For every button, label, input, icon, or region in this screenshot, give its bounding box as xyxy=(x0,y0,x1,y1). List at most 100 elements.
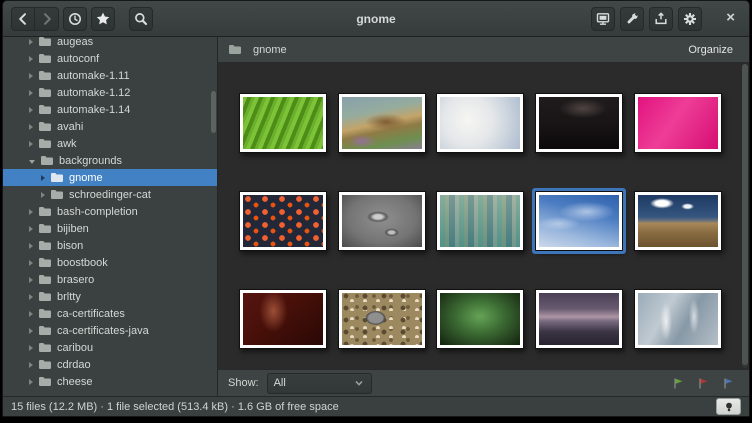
sidebar-item-label: boostbook xyxy=(57,257,108,269)
folder-icon xyxy=(38,53,52,64)
filter-bar: Show: All xyxy=(218,369,749,396)
share-button[interactable] xyxy=(649,7,673,31)
sidebar-item-boostbook[interactable]: boostbook xyxy=(3,254,217,271)
sidebar-item-automake-1-12[interactable]: automake-1.12 xyxy=(3,84,217,101)
settings-button[interactable] xyxy=(678,7,702,31)
expander-icon[interactable] xyxy=(29,243,33,249)
sidebar-item-automake-1-14[interactable]: automake-1.14 xyxy=(3,101,217,118)
expander-icon[interactable] xyxy=(29,379,33,385)
sidebar-item-automake-1-11[interactable]: automake-1.11 xyxy=(3,67,217,84)
thumbnail-water-drops[interactable] xyxy=(338,191,426,251)
sidebar-item-bison[interactable]: bison xyxy=(3,237,217,254)
expander-icon[interactable] xyxy=(29,141,33,147)
thumbnail-pebbles[interactable] xyxy=(338,289,426,349)
blue-flag-icon[interactable] xyxy=(722,377,735,390)
tools-button[interactable] xyxy=(620,7,644,31)
sidebar-item-caribou[interactable]: caribou xyxy=(3,339,217,356)
history-button[interactable] xyxy=(63,7,87,31)
expander-icon[interactable] xyxy=(41,192,45,198)
expander-icon[interactable] xyxy=(29,294,33,300)
thumbnail-grass-blur[interactable] xyxy=(338,93,426,153)
sidebar-item-brasero[interactable]: brasero xyxy=(3,271,217,288)
thumbnail-frosted-plants[interactable] xyxy=(634,289,722,349)
sidebar-scrollbar-thumb[interactable] xyxy=(211,91,216,133)
thumbnail-pink-fabric[interactable] xyxy=(634,93,722,153)
favorites-button[interactable] xyxy=(91,7,115,31)
expander-icon[interactable] xyxy=(29,260,33,266)
thumbnail-dark-leaves[interactable] xyxy=(535,93,623,153)
thumbnail-orange-blossoms[interactable] xyxy=(239,191,327,251)
expander-icon[interactable] xyxy=(29,362,33,368)
folder-icon xyxy=(38,325,52,336)
thumbnail-teal-stripes[interactable] xyxy=(436,191,524,251)
sidebar-item-brltty[interactable]: brltty xyxy=(3,288,217,305)
sidebar-item-label: automake-1.12 xyxy=(57,87,130,99)
forward-icon xyxy=(39,11,55,27)
slideshow-button[interactable] xyxy=(591,7,615,31)
expander-icon[interactable] xyxy=(29,209,33,215)
expander-icon[interactable] xyxy=(29,311,33,317)
sidebar-scrollbar[interactable] xyxy=(211,37,216,396)
sidebar-item-label: ca-certificates xyxy=(57,308,125,320)
expander-icon[interactable] xyxy=(29,73,33,79)
close-button[interactable]: × xyxy=(718,10,741,27)
thumbnail-blue-sky-selected[interactable] xyxy=(535,191,623,251)
search-icon xyxy=(133,11,149,27)
headerbar: gnome xyxy=(3,1,749,37)
sidebar-item-schroedinger-cat[interactable]: schroedinger-cat xyxy=(3,186,217,203)
expander-icon[interactable] xyxy=(29,160,35,164)
sidebar-item-ca-certificates-java[interactable]: ca-certificates-java xyxy=(3,322,217,339)
sidebar-item-gnome[interactable]: gnome xyxy=(3,169,217,186)
thumbnail-green-texture[interactable] xyxy=(436,289,524,349)
thumbnail-desert[interactable] xyxy=(634,191,722,251)
expander-icon[interactable] xyxy=(29,56,33,62)
sidebar-item-cheese[interactable]: cheese xyxy=(3,373,217,390)
back-button[interactable] xyxy=(11,7,35,31)
sidebar-item-backgrounds[interactable]: backgrounds xyxy=(3,152,217,169)
expander-icon[interactable] xyxy=(29,328,33,334)
main-panel: gnome Organize xyxy=(218,37,749,396)
red-flag-icon[interactable] xyxy=(697,377,710,390)
browser-scrollbar[interactable] xyxy=(742,64,748,368)
thumbnail-dandelion[interactable] xyxy=(436,93,524,153)
thumbnail-browser xyxy=(218,63,749,369)
folder-icon xyxy=(38,121,52,132)
sidebar-item-label: gnome xyxy=(69,172,103,184)
current-location[interactable]: gnome xyxy=(228,44,287,56)
expander-icon[interactable] xyxy=(29,226,33,232)
sidebar-item-label: caribou xyxy=(57,342,93,354)
sidebar-item-label: avahi xyxy=(57,121,83,133)
sidebar-item-ca-certificates[interactable]: ca-certificates xyxy=(3,305,217,322)
sidebar-item-avahi[interactable]: avahi xyxy=(3,118,217,135)
thumbnail-green-leaf[interactable] xyxy=(239,93,327,153)
filter-dropdown[interactable]: All xyxy=(267,373,372,394)
content-area: augeas autoconf automake-1.11 automake-1… xyxy=(3,37,749,396)
folder-tree: augeas autoconf automake-1.11 automake-1… xyxy=(3,37,217,390)
organize-button[interactable]: Organize xyxy=(682,41,739,59)
sidebar-item-autoconf[interactable]: autoconf xyxy=(3,50,217,67)
browser-scrollbar-thumb[interactable] xyxy=(742,64,748,365)
sidebar-item-bash-completion[interactable]: bash-completion xyxy=(3,203,217,220)
sidebar-item-label: cheese xyxy=(57,376,92,388)
search-button[interactable] xyxy=(129,7,153,31)
expander-icon[interactable] xyxy=(29,277,33,283)
green-flag-icon[interactable] xyxy=(672,377,685,390)
expander-icon[interactable] xyxy=(29,107,33,113)
sidebar-item-awk[interactable]: awk xyxy=(3,135,217,152)
expander-icon[interactable] xyxy=(29,124,33,130)
sidebar-item-label: brasero xyxy=(57,274,94,286)
sidebar-item-label: bash-completion xyxy=(57,206,138,218)
thumbnail-red-canyon[interactable] xyxy=(239,289,327,349)
folder-icon xyxy=(228,44,242,55)
sidebar-item-label: bijiben xyxy=(57,223,89,235)
sidebar-item-bijiben[interactable]: bijiben xyxy=(3,220,217,237)
expander-icon[interactable] xyxy=(29,39,33,45)
sidebar-item-cdrdao[interactable]: cdrdao xyxy=(3,356,217,373)
sidebar-item-augeas[interactable]: augeas xyxy=(3,37,217,50)
thumbnail-dusk-beach[interactable] xyxy=(535,289,623,349)
properties-toggle-button[interactable] xyxy=(716,398,741,415)
expander-icon[interactable] xyxy=(41,175,45,181)
expander-icon[interactable] xyxy=(29,345,33,351)
expander-icon[interactable] xyxy=(29,90,33,96)
forward-button[interactable] xyxy=(35,7,59,31)
